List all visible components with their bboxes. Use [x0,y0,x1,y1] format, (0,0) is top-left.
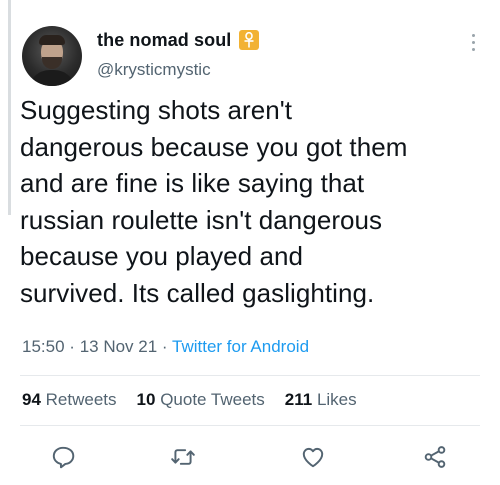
reply-icon [52,446,75,469]
retweets-stat[interactable]: 94 Retweets [22,390,117,410]
quote-tweets-stat[interactable]: 10 Quote Tweets [137,390,265,410]
tweet-source-link[interactable]: Twitter for Android [172,337,309,356]
tweet-header: the nomad soul @krysticmystic [22,24,480,88]
share-button[interactable] [420,442,450,472]
retweet-button[interactable] [168,442,198,472]
like-button[interactable] [298,442,328,472]
meta-separator: · [161,337,168,356]
tweet-text: Suggesting shots aren't dangerous becaus… [20,95,408,308]
reply-button[interactable] [48,442,78,472]
retweet-icon [171,449,195,465]
share-icon [424,446,446,468]
divider [20,375,480,376]
tweet-stats: 94 Retweets 10 Quote Tweets 211 Likes [22,390,357,410]
display-name[interactable]: the nomad soul [97,30,231,51]
tweet-time[interactable]: 15:50 [22,337,65,356]
ankh-badge-icon [239,30,260,50]
tweet-card: the nomad soul @krysticmystic Suggesting… [0,0,500,485]
divider [20,425,480,426]
meta-separator: · [69,337,75,356]
author-names: the nomad soul @krysticmystic [97,28,260,80]
left-edge-divider [8,0,11,215]
likes-stat[interactable]: 211 Likes [285,390,357,410]
like-icon [302,447,324,468]
action-bar [0,438,500,478]
user-handle[interactable]: @krysticmystic [97,60,259,80]
avatar[interactable] [22,26,82,86]
more-options-icon[interactable] [466,34,480,64]
tweet-meta: 15:50 · 13 Nov 21 · Twitter for Android [22,337,309,357]
tweet-date[interactable]: 13 Nov 21 [80,337,158,356]
